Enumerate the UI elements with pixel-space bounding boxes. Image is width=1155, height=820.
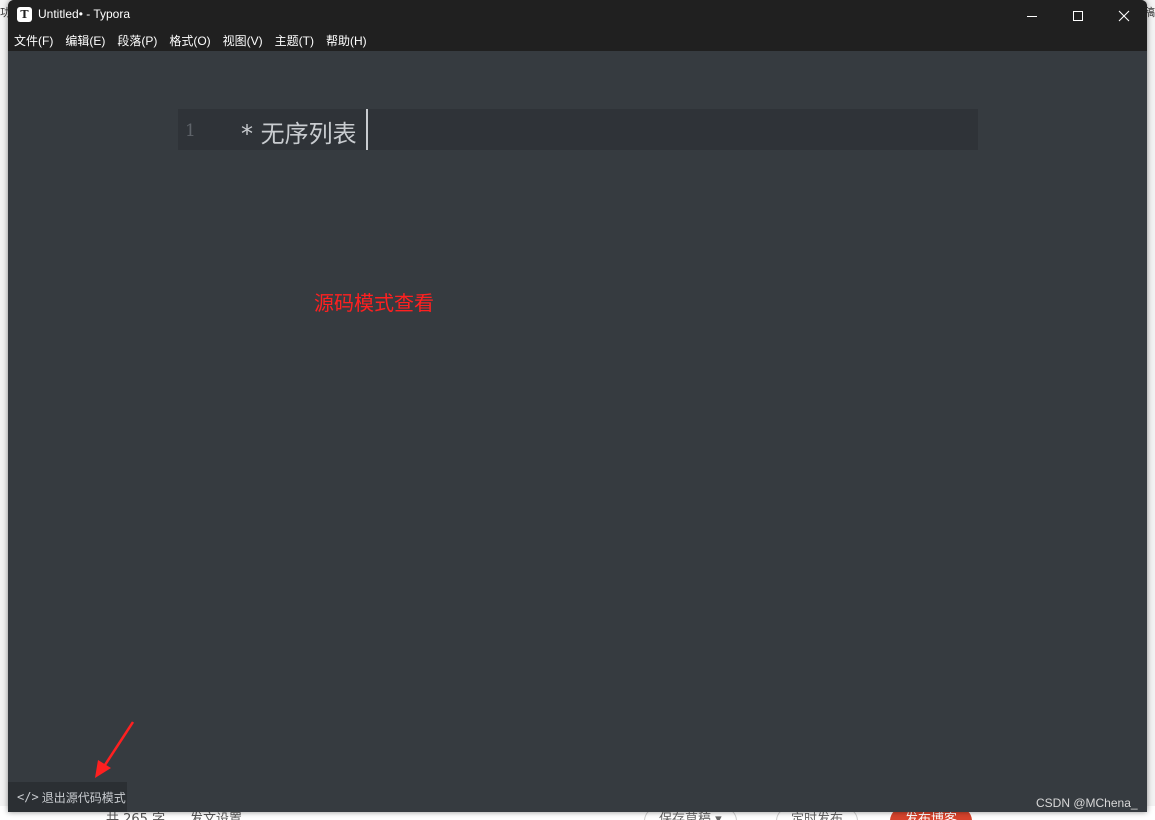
menu-format[interactable]: 格式(O)	[163, 31, 216, 51]
maximize-button[interactable]	[1055, 0, 1101, 31]
exit-source-mode-button[interactable]: </> 退出源代码模式	[8, 782, 127, 812]
annotation-arrow-icon	[95, 721, 135, 778]
source-code-line[interactable]: 1 * 无序列表	[178, 109, 978, 150]
line-text[interactable]: * 无序列表	[241, 114, 357, 149]
close-icon	[1118, 10, 1130, 21]
menu-edit[interactable]: 编辑(E)	[59, 31, 111, 51]
csdn-watermark: CSDN @MChena_	[1036, 796, 1138, 810]
line-number: 1	[185, 121, 196, 141]
menu-help[interactable]: 帮助(H)	[320, 31, 373, 51]
menu-bar: 文件(F) 编辑(E) 段落(P) 格式(O) 视图(V) 主题(T) 帮助(H…	[8, 31, 1147, 51]
typora-app-icon: T	[17, 7, 32, 22]
menu-theme[interactable]: 主题(T)	[269, 31, 320, 51]
typora-window: T Untitled• - Typora 文件(F) 编辑(E) 段落(P) 格…	[8, 0, 1147, 812]
window-title: Untitled• - Typora	[38, 7, 131, 21]
maximize-icon	[1073, 10, 1083, 21]
annotation-text: 源码模式查看	[314, 291, 434, 315]
minimize-button[interactable]	[1009, 0, 1055, 31]
menu-file[interactable]: 文件(F)	[8, 31, 59, 51]
exit-source-mode-label: 退出源代码模式	[41, 790, 126, 805]
title-bar[interactable]: T Untitled• - Typora	[8, 0, 1147, 31]
minimize-icon	[1027, 15, 1037, 17]
code-icon: </>	[17, 790, 39, 804]
menu-view[interactable]: 视图(V)	[217, 31, 269, 51]
menu-paragraph[interactable]: 段落(P)	[111, 31, 163, 51]
text-cursor	[366, 109, 368, 150]
close-button[interactable]	[1101, 0, 1147, 31]
